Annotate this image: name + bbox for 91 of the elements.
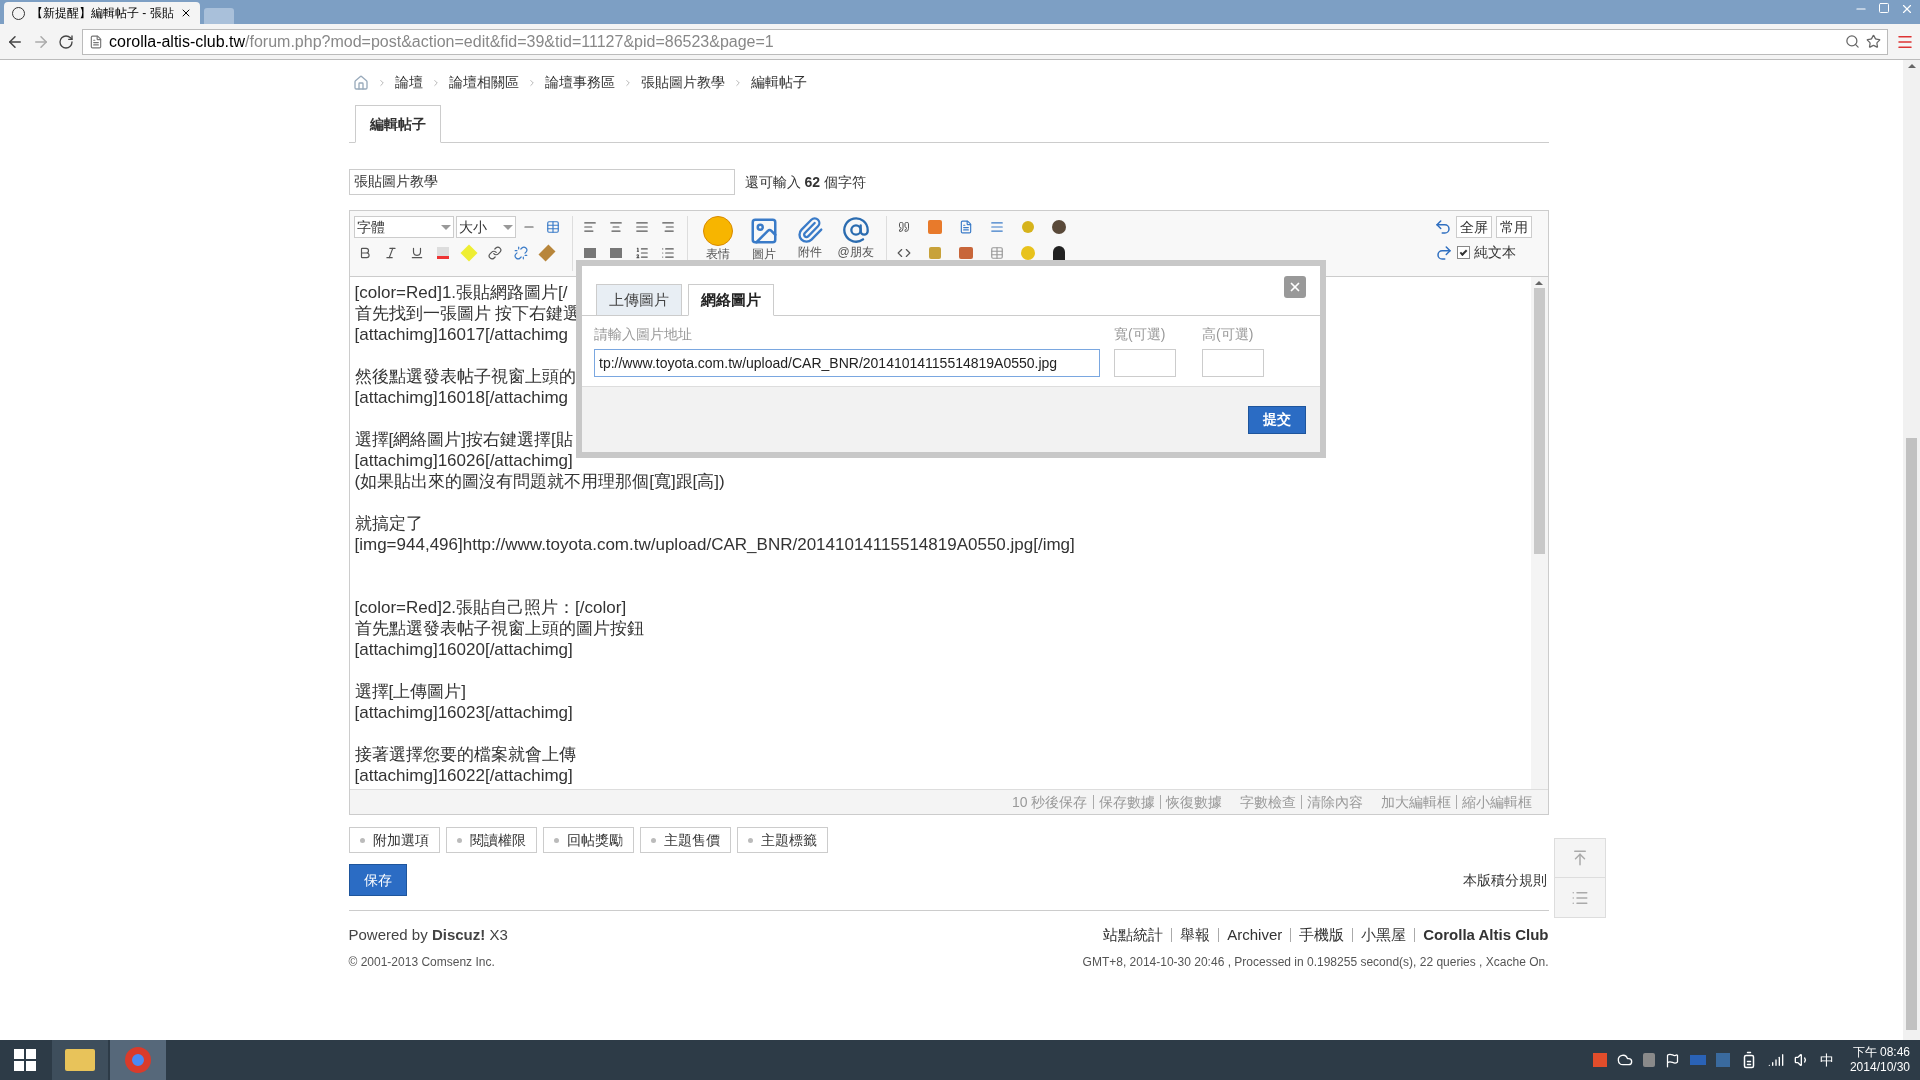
editor-line: 接著選擇您要的檔案就會上傳 xyxy=(354,744,576,765)
option-tab[interactable]: 附加選項 xyxy=(348,827,440,853)
caret-icon xyxy=(502,224,513,230)
editor-line: [color=Red]1.張貼網路圖片[/ xyxy=(354,282,568,303)
editor-line: 選擇[網絡圖片]按右鍵選擇[貼 xyxy=(354,429,573,450)
at-sign-icon xyxy=(841,216,870,244)
address-bar[interactable]: corolla-altis-club.tw/forum.php?mod=post&action=edit&fid=39&tid=11127&pid=86523&page=1 xyxy=(82,28,1888,55)
editor-scrollbar[interactable] xyxy=(1530,277,1548,789)
scroll-up-icon[interactable] xyxy=(1907,64,1916,68)
footer-link[interactable]: 舉報 xyxy=(1180,924,1211,947)
paperclip-icon xyxy=(795,216,824,244)
breadcrumb-link[interactable]: 論壇 xyxy=(394,72,423,93)
tab-title: 【新提醒】編輯帖子 - 張貼 xyxy=(31,5,174,22)
clock[interactable]: 下午 08:46 2014/10/30 xyxy=(1849,1045,1910,1075)
star-icon[interactable] xyxy=(1866,34,1881,49)
smiley-icon xyxy=(702,216,733,246)
footer-link[interactable]: Corolla Altis Club xyxy=(1423,924,1549,947)
signal-icon[interactable] xyxy=(1767,1052,1784,1068)
option-tab[interactable]: 閱讀權限 xyxy=(445,827,537,853)
editor-line: 然後點選發表帖子視窗上頭的 xyxy=(354,366,576,387)
editor-line: 就搞定了 xyxy=(354,513,423,534)
save-button[interactable]: 保存 xyxy=(348,864,407,896)
editor-line: [attachimg]16023[/attachimg] xyxy=(354,702,573,723)
windows-icon xyxy=(14,1049,36,1071)
breadcrumb-link[interactable]: 論壇相關區 xyxy=(448,72,519,93)
processing-info: GMT+8, 2014-10-30 20:46 , Processed in 0.198255 second(s), 22 queries , Xcache On. xyxy=(1082,953,1549,971)
reload-icon[interactable] xyxy=(58,33,74,50)
editor-tool-button[interactable]: @朋友 xyxy=(833,216,878,258)
submit-button[interactable]: 提交 xyxy=(1248,405,1306,434)
editor-line: [attachimg]16018[/attachimg xyxy=(354,387,569,408)
footer-link[interactable]: 手機版 xyxy=(1299,924,1345,947)
page-scrollbar[interactable] xyxy=(1903,60,1920,1040)
dialog-tab[interactable]: 上傳圖片 xyxy=(596,284,682,316)
editor-line: [attachimg]16022[/attachimg] xyxy=(354,765,573,786)
input-method-indicator[interactable]: 中 xyxy=(1819,1049,1834,1071)
width-label: 寬(可選) xyxy=(1114,325,1167,344)
remaining-count: 還可輸入 62 個字符 xyxy=(744,172,866,192)
flag-icon[interactable] xyxy=(1664,1052,1680,1068)
close-icon xyxy=(1288,280,1302,294)
editor-line: [attachimg]16026[/attachimg] xyxy=(354,450,573,471)
file-explorer-button[interactable] xyxy=(52,1040,108,1080)
undo-icon[interactable] xyxy=(1433,218,1452,236)
close-button[interactable] xyxy=(1284,276,1306,298)
common-button[interactable]: 常用 xyxy=(1495,216,1532,238)
url-text: corolla-altis-club.tw/forum.php?mod=post&action=edit&fid=39&tid=11127&pid=86523&page=1 xyxy=(109,31,774,52)
height-label: 高(可選) xyxy=(1202,325,1255,344)
image-url-field[interactable]: tp://www.toyota.com.tw/upload/CAR_BNR/20141014115514819A0550.jpg xyxy=(594,349,1100,377)
dialog-tab[interactable]: 網絡圖片 xyxy=(688,284,774,316)
plain-text-label: 純文本 xyxy=(1473,243,1516,262)
home-icon[interactable] xyxy=(352,74,369,91)
redo-icon[interactable] xyxy=(1434,243,1453,262)
fullscreen-button[interactable]: 全屏 xyxy=(1455,216,1492,238)
autosave-notice: 10 秒後保存 xyxy=(1012,792,1088,812)
editor-line: (如果貼出來的圖沒有問題就不用理那個[寬]跟[高]) xyxy=(354,471,725,492)
footer-link[interactable]: 小黑屋 xyxy=(1361,924,1407,947)
footer-link[interactable]: Archiver xyxy=(1227,924,1283,947)
arrow-up-icon xyxy=(1571,849,1589,867)
caret-icon xyxy=(440,224,451,230)
page-icon xyxy=(89,34,103,49)
subject-field[interactable]: 張貼圖片教學 xyxy=(348,169,735,195)
breadcrumb-link[interactable]: 編輯帖子 xyxy=(750,72,807,93)
cloud-icon[interactable] xyxy=(1616,1052,1633,1068)
search-icon[interactable] xyxy=(1845,34,1860,49)
url-label: 請輸入圖片地址 xyxy=(594,325,693,344)
editor-line: [attachimg]16017[/attachimg xyxy=(354,324,569,345)
editor-tool-button[interactable]: 表情 xyxy=(695,216,740,260)
copyright-text: © 2001-2013 Comsenz Inc. xyxy=(348,953,496,971)
restore-icon[interactable] xyxy=(1878,2,1890,14)
editor-tool-button[interactable]: 圖片 xyxy=(741,216,786,260)
option-tab[interactable]: 主題標籤 xyxy=(736,827,828,853)
editor-line: [attachimg]16020[/attachimg] xyxy=(354,639,573,660)
powered-by-text: Powered by Discuz! X3 xyxy=(348,925,508,945)
footer-link[interactable]: 站點統計 xyxy=(1103,924,1164,947)
breadcrumb-link[interactable]: 論壇事務區 xyxy=(544,72,615,93)
editor-line: 首先點選發表帖子視窗上頭的圖片按鈕 xyxy=(354,618,644,639)
option-tab[interactable]: 回帖獎勵 xyxy=(542,827,634,853)
editor-tool-button[interactable]: 附件 xyxy=(787,216,832,258)
rules-link[interactable]: 本版積分規則 xyxy=(1462,869,1547,891)
editor-line: [img=944,496]http://www.toyota.com.tw/upload/CAR_BNR/20141014115514819A0550.jpg[/img] xyxy=(354,534,1075,555)
close-icon[interactable] xyxy=(180,7,192,19)
width-field[interactable] xyxy=(1114,349,1176,377)
font-select[interactable]: 字體 xyxy=(353,216,454,238)
editor-line: [color=Red]2.張貼自己照片：[/color] xyxy=(354,597,627,618)
page-tab[interactable]: 編輯帖子 xyxy=(354,105,441,143)
browser-tab[interactable]: 【新提醒】編輯帖子 - 張貼 xyxy=(4,2,200,24)
breadcrumb-link[interactable]: 張貼圖片教學 xyxy=(640,72,725,93)
plain-text-checkbox[interactable] xyxy=(1456,246,1470,259)
option-tab[interactable]: 主題售價 xyxy=(639,827,731,853)
size-select[interactable]: 大小 xyxy=(455,216,516,238)
height-field[interactable] xyxy=(1202,349,1264,377)
editor-line: 選擇[上傳圖片] xyxy=(354,681,466,702)
